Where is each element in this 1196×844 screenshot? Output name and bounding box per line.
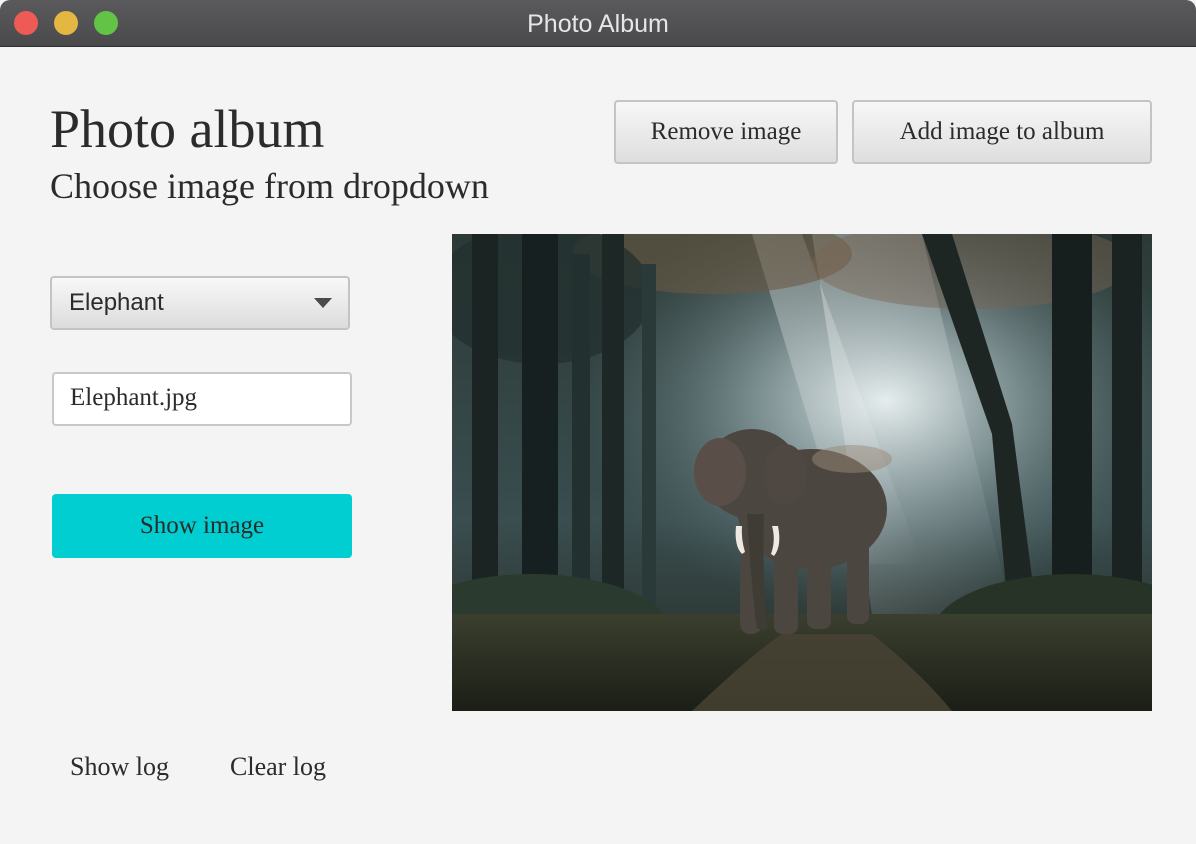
dropdown-selected-value: Elephant: [69, 289, 164, 316]
window-title: Photo Album: [527, 10, 669, 38]
remove-image-button[interactable]: Remove image: [614, 100, 838, 164]
chevron-down-icon: [314, 298, 332, 308]
image-dropdown[interactable]: Elephant: [50, 276, 350, 330]
add-image-button[interactable]: Add image to album: [852, 100, 1152, 164]
app-window: Photo Album Photo album Choose image fro…: [0, 0, 1196, 844]
page-title: Photo album: [50, 99, 325, 159]
title-bar: Photo Album: [0, 0, 1196, 47]
image-preview: [452, 234, 1152, 711]
page-subtitle: Choose image from dropdown: [50, 166, 489, 206]
show-log-link[interactable]: Show log: [70, 752, 169, 782]
show-image-button[interactable]: Show image: [52, 494, 352, 558]
clear-log-link[interactable]: Clear log: [230, 752, 326, 782]
elephant-photo: [452, 234, 1152, 711]
filename-field[interactable]: Elephant.jpg: [52, 372, 352, 426]
